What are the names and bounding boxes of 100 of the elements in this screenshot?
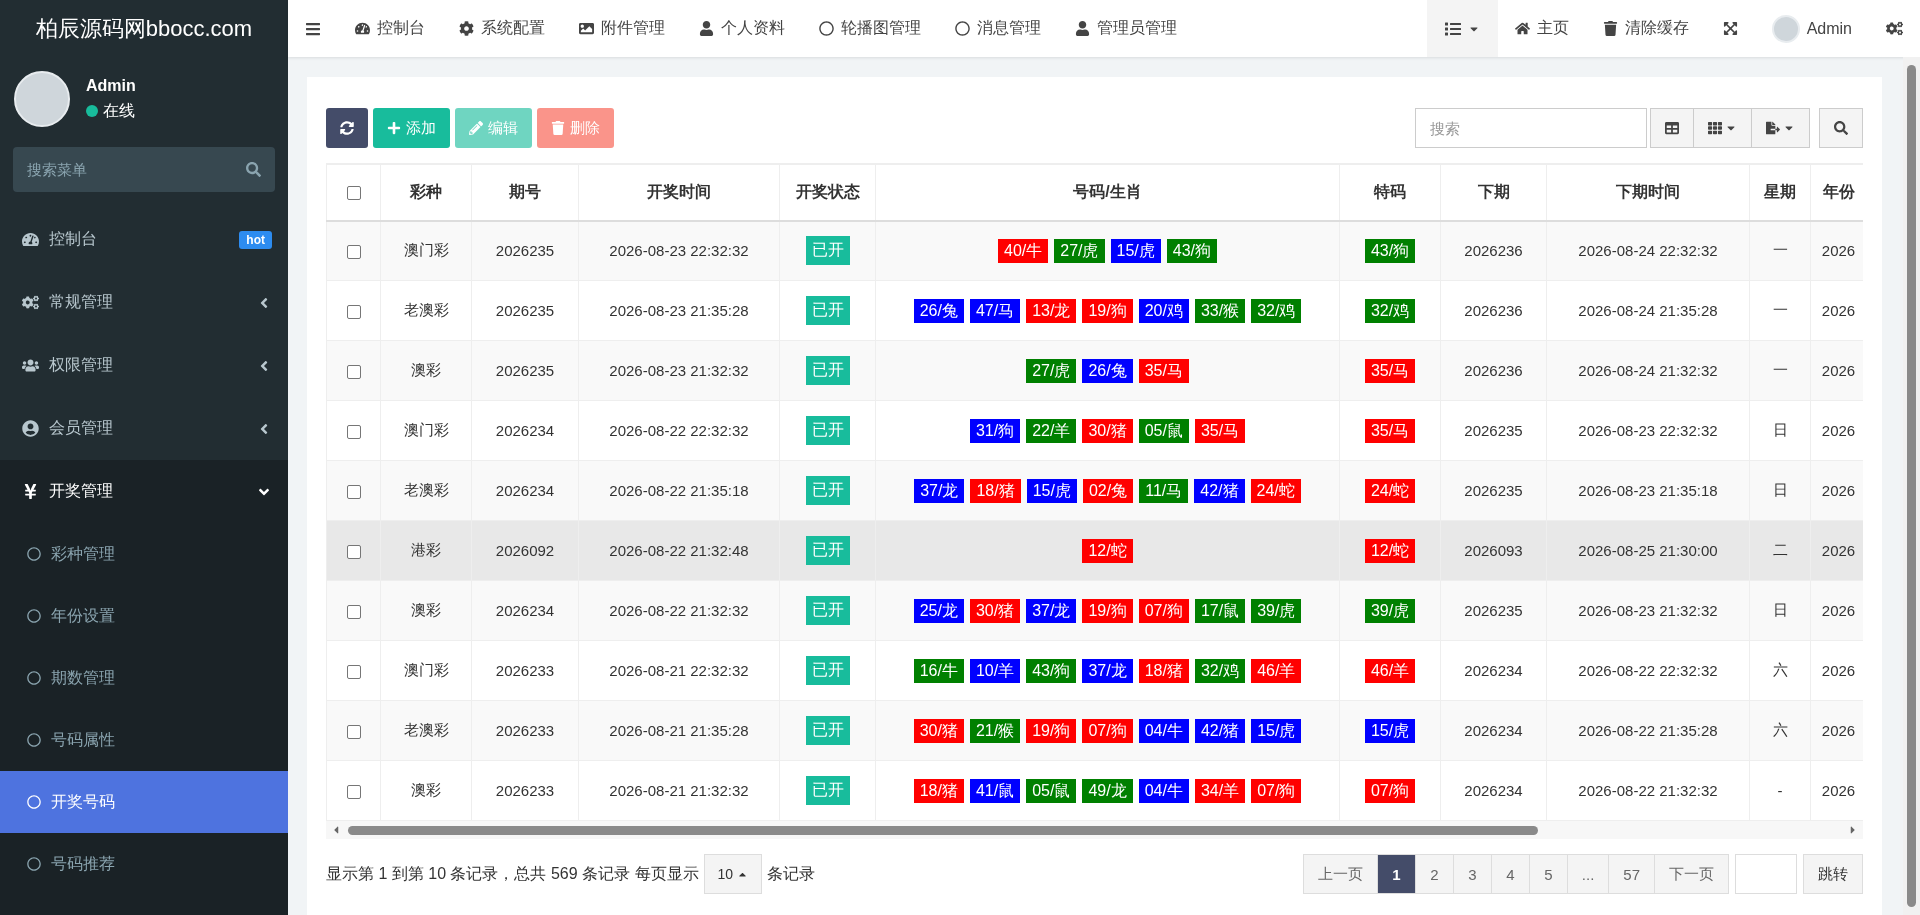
nav-tab[interactable]: 轮播图管理 [802,0,938,57]
sidebar-item[interactable]: 开奖管理 [0,460,288,523]
refresh-button[interactable] [326,108,368,148]
column-header[interactable]: 开奖时间 [578,164,780,221]
list-icon [1444,20,1461,37]
special-number-tag: 32/鸡 [1364,298,1416,323]
row-checkbox[interactable] [346,545,361,559]
table-cell: 2026234 [471,580,579,641]
sidebar-subitem[interactable]: 开奖号码 [0,771,288,833]
columns-dropdown[interactable] [1693,108,1752,148]
column-header[interactable]: 开奖状态 [779,164,876,221]
export-dropdown[interactable] [1751,108,1810,148]
page-button[interactable]: 下一页 [1654,854,1729,894]
number-tag: 16/牛 [913,658,964,683]
number-tag: 43/狗 [1026,658,1077,683]
page-number-field[interactable] [1735,854,1797,894]
row-checkbox[interactable] [346,725,361,739]
number-tag: 40/牛 [998,238,1049,263]
table-cell: 2026-08-22 21:35:18 [578,460,780,521]
row-checkbox[interactable] [346,605,361,619]
table-row[interactable]: 澳门彩 2026234 2026-08-22 22:32:32 已开 31/狗 22/羊 30/猪 05/鼠 35/马 35/马 2026235 2026-08-23 22:32:32 日 2026 [326,400,1863,461]
site-logo[interactable]: 柏辰源码网bbocc.com [0,0,288,57]
page-button[interactable]: 2 [1414,854,1454,894]
table-row[interactable]: 澳彩 2026234 2026-08-22 21:32:32 已开 25/龙 30/猪 37/龙 19/狗 07/狗 17/鼠 39/虎 39/虎 2026235 2026-08-23 21:32:32 日 2026 [326,580,1863,641]
sidebar-subitem[interactable]: 期数管理 [0,647,288,709]
list-dropdown[interactable] [1426,0,1498,57]
row-checkbox[interactable] [346,305,361,319]
search-button[interactable] [1819,108,1863,148]
table-row[interactable]: 澳门彩 2026233 2026-08-21 22:32:32 已开 16/牛 10/羊 43/狗 37/龙 18/猪 32/鸡 46/羊 46/羊 2026234 2026-08-22 22:32:32 六 2026 [326,640,1863,701]
column-header[interactable]: 下期 [1440,164,1547,221]
table-row[interactable]: 老澳彩 2026234 2026-08-22 21:35:18 已开 37/龙 18/猪 15/虎 02/兔 11/马 42/猪 24/蛇 24/蛇 2026235 2026-08-23 21:35:18 日 2026 [326,460,1863,521]
column-header[interactable]: 彩种 [380,164,472,221]
nav-tab[interactable]: 个人资料 [682,0,802,57]
table-row[interactable]: 老澳彩 2026235 2026-08-23 21:35:28 已开 26/兔 47/马 13/龙 19/狗 20/鸡 33/猴 32/鸡 32/鸡 2026236 2026-08-24 21:35:28 一 2026 [326,280,1863,341]
row-checkbox[interactable] [346,785,361,799]
avatar-placeholder [1771,14,1800,43]
user-menu[interactable]: Admin [1754,0,1869,57]
sidebar-item[interactable]: 控制台 hot [0,208,288,271]
scrollbar-thumb[interactable] [1907,65,1916,907]
sidebar-item[interactable]: 权限管理 [0,334,288,397]
toggle-view-button[interactable] [1650,108,1694,148]
horizontal-scrollbar[interactable] [326,821,1863,839]
menu-icon [305,20,321,37]
sidebar-subitem[interactable]: 年份设置 [0,585,288,647]
table-cell: 澳彩 [380,760,472,821]
page-button[interactable]: 上一页 [1302,854,1378,894]
jump-button[interactable]: 跳转 [1803,854,1863,894]
table-row[interactable]: 港彩 2026092 2026-08-22 21:32:48 已开 12/蛇 12/蛇 2026093 2026-08-25 21:30:00 二 2026 [326,520,1863,581]
row-checkbox[interactable] [346,425,361,439]
vertical-scrollbar[interactable] [1903,57,1920,915]
page-button[interactable]: 5 [1528,854,1568,894]
table-row[interactable]: 澳门彩 2026235 2026-08-23 22:32:32 已开 40/牛 27/虎 15/虎 43/狗 43/狗 2026236 2026-08-24 22:32:32 一 2026 [326,220,1863,281]
sidebar-item[interactable]: 常规管理 [0,271,288,334]
table-cell: 2026-08-22 22:32:32 [1546,640,1750,701]
table-row[interactable]: 澳彩 2026233 2026-08-21 21:32:32 已开 18/猪 41/鼠 05/鼠 49/龙 04/牛 34/羊 07/狗 07/狗 2026234 2026-08-22 21:32:32 - 2026 [326,760,1863,821]
column-header[interactable]: 星期 [1749,164,1811,221]
nav-tab[interactable]: 消息管理 [938,0,1058,57]
menu-search-field[interactable]: 搜索菜单 [13,147,275,192]
nav-tab[interactable]: 控制台 [338,0,442,57]
sidebar-subitem[interactable]: 彩种管理 [0,523,288,585]
number-tag: 18/猪 [970,478,1021,503]
column-header[interactable]: 年份 [1810,164,1863,221]
row-checkbox[interactable] [346,485,361,499]
search-field[interactable]: 搜索 [1415,108,1647,148]
page-button[interactable]: 3 [1452,854,1492,894]
table-cell: 2026234 [1440,700,1547,761]
nav-tab[interactable]: 附件管理 [562,0,682,57]
column-header[interactable]: 下期时间 [1546,164,1750,221]
nav-link[interactable]: 清除缓存 [1585,0,1706,57]
page-button[interactable]: 57 [1608,854,1655,894]
status-badge: 已开 [805,356,850,385]
scrollbar-thumb[interactable] [348,825,1538,835]
table-cell: 六 [1749,700,1811,761]
row-checkbox[interactable] [346,665,361,679]
column-header[interactable]: 号码/生肖 [875,164,1340,221]
table-cell: 澳门彩 [380,640,472,701]
page-button[interactable]: ... [1566,854,1610,894]
sidebar-subitem[interactable]: 号码属性 [0,709,288,771]
sidebar-subitem[interactable]: 号码推荐 [0,833,288,895]
column-header[interactable]: 特码 [1339,164,1441,221]
page-button[interactable]: 1 [1376,854,1416,894]
number-tag: 37/龙 [1082,658,1133,683]
number-tag: 11/马 [1139,478,1189,503]
page-button[interactable]: 4 [1490,854,1530,894]
sidebar-item[interactable]: 会员管理 [0,397,288,460]
column-header[interactable]: 期号 [471,164,579,221]
table-cell: 一 [1749,280,1811,341]
table-row[interactable]: 老澳彩 2026233 2026-08-21 21:35:28 已开 30/猪 21/猴 19/狗 07/狗 04/牛 42/猪 15/虎 15/虎 2026234 2026-08-22 21:35:28 六 2026 [326,700,1863,761]
nav-tab[interactable]: 管理员管理 [1058,0,1194,57]
number-tag: 32/鸡 [1251,298,1302,323]
nav-tab[interactable]: 系统配置 [442,0,562,57]
table-cell: 日 [1749,460,1811,521]
row-checkbox[interactable] [346,365,361,379]
nav-link[interactable]: 主页 [1497,0,1586,57]
number-tag: 35/马 [1138,358,1189,383]
row-checkbox[interactable] [346,245,361,260]
page-size-dropdown[interactable]: 10 [703,854,763,894]
number-tag: 49/龙 [1082,778,1133,803]
select-all-checkbox[interactable] [346,186,361,200]
table-row[interactable]: 澳彩 2026235 2026-08-23 21:32:32 已开 27/虎 26/兔 35/马 35/马 2026236 2026-08-24 21:32:32 一 2026 [326,340,1863,401]
